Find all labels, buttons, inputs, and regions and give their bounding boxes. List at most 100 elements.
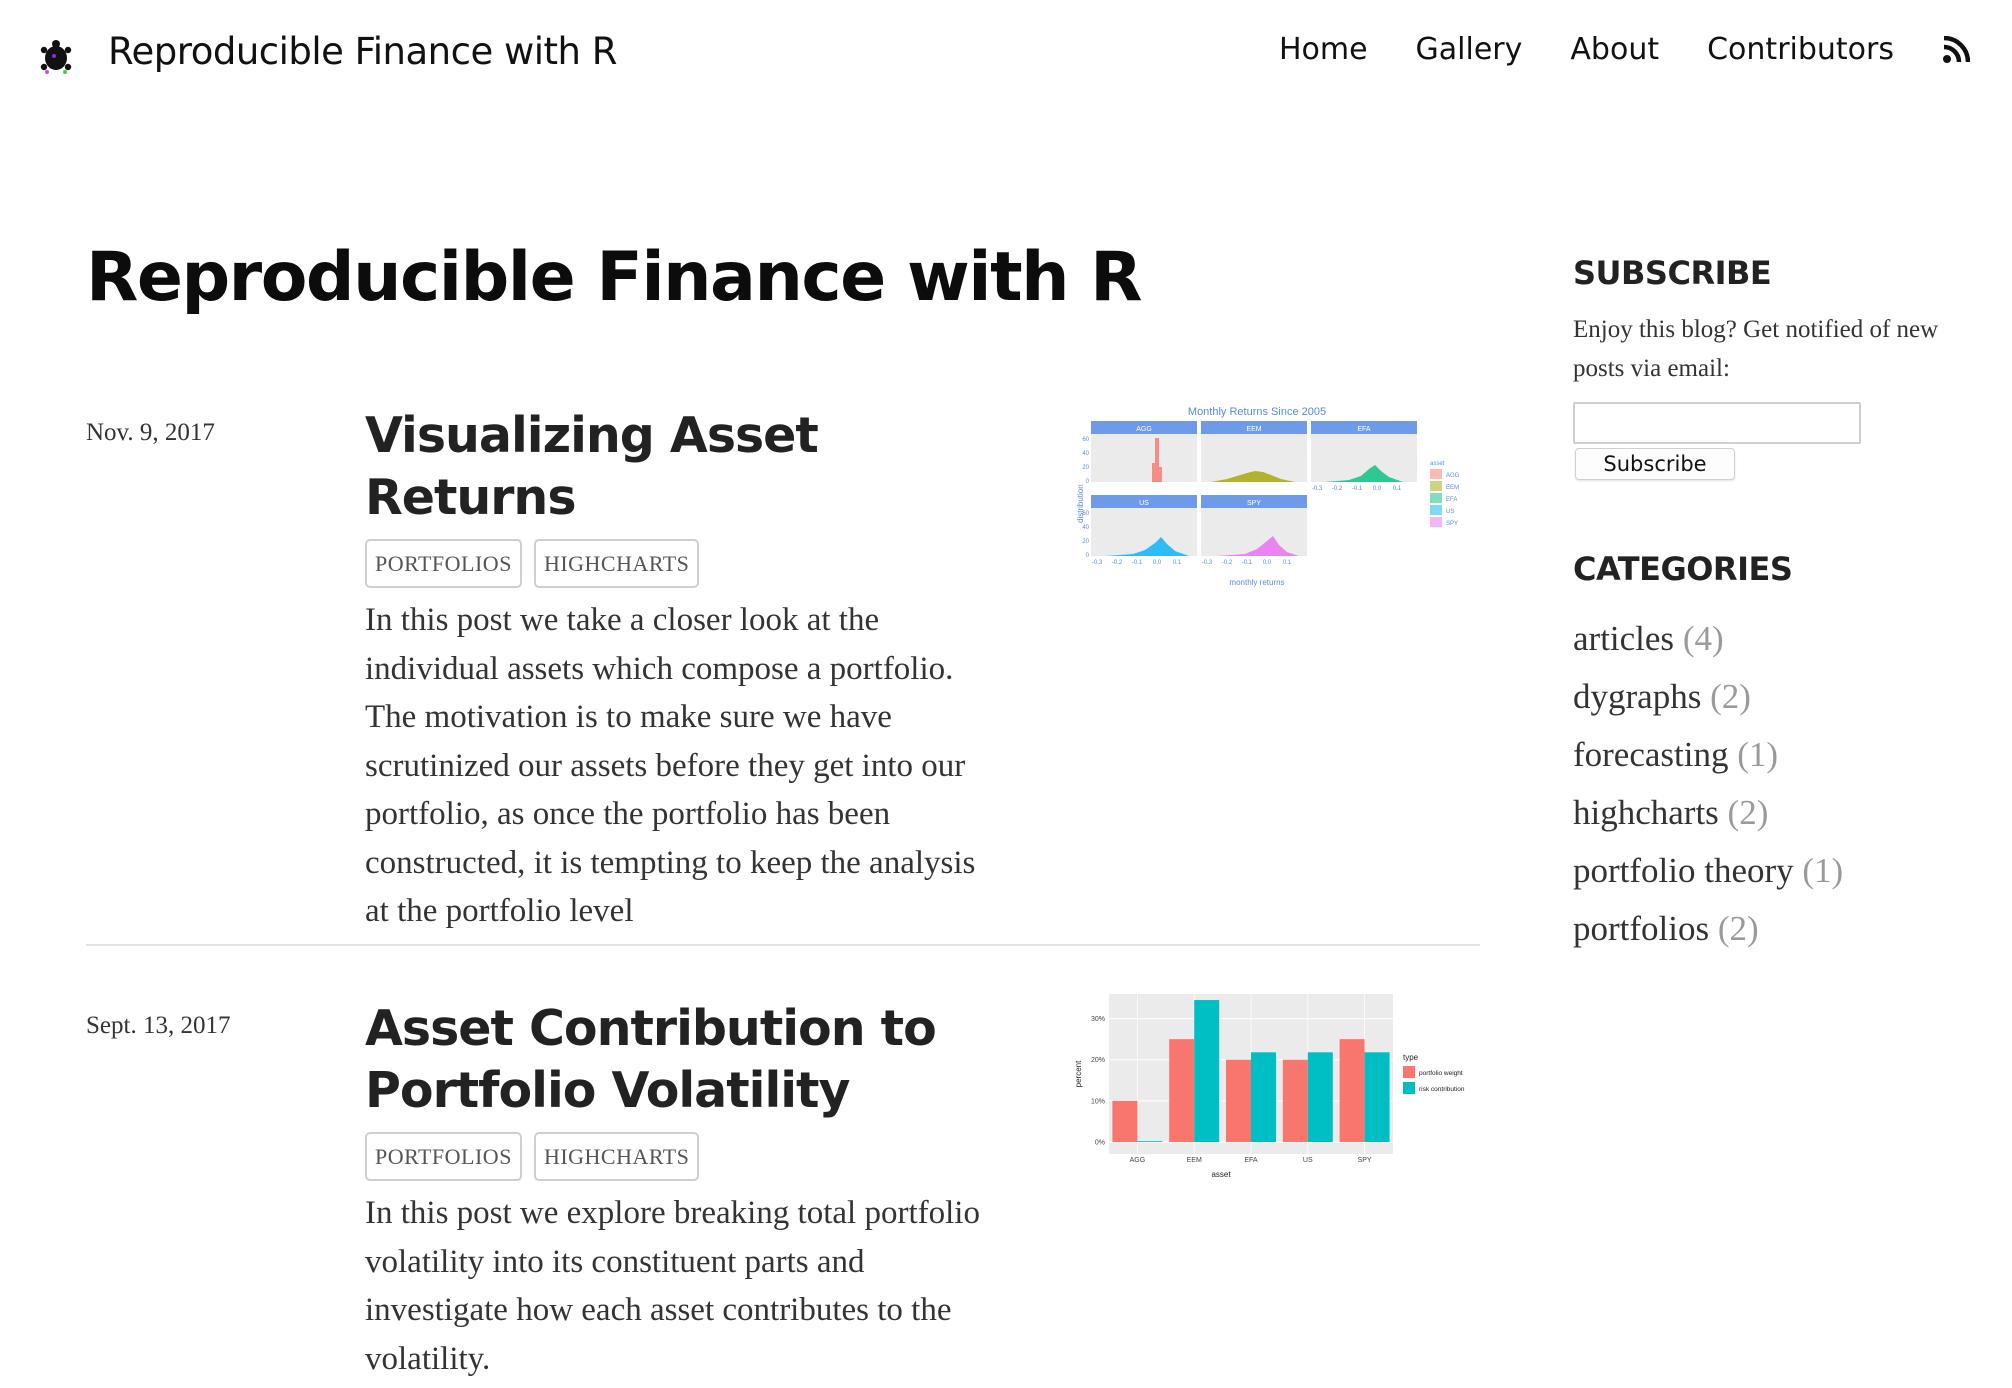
facet-eem: EEM [1201,421,1307,482]
category-count: (1) [1737,735,1779,774]
post-excerpt: In this post we explore breaking total p… [365,1195,980,1377]
post-date: Nov. 9, 2017 [86,419,215,446]
y-tick: 40 [1082,525,1089,531]
facet-label: EFA [1357,426,1371,433]
thumb-ylabel: distribution [1077,484,1085,523]
post-title-link[interactable]: Visualizing Asset Returns [365,405,985,529]
post-tags: PORTFOLIOS HIGHCHARTS [365,539,985,588]
category-item[interactable]: highcharts (2) [1573,784,1843,842]
bar-eem-risk-contribution [1194,1000,1220,1142]
category-item[interactable]: dygraphs (2) [1573,668,1843,726]
bar-efa-portfolio-weight [1226,1059,1251,1142]
nav-about[interactable]: About [1570,32,1659,67]
x-tick-label: US [1303,1157,1313,1164]
facet-label: AGG [1136,426,1152,433]
tag-portfolios[interactable]: PORTFOLIOS [365,539,522,588]
page-title: Reproducible Finance with R [86,238,1143,317]
legend-label: US [1446,509,1454,515]
legend-label: EFA [1446,497,1457,503]
rss-icon[interactable] [1942,35,1970,64]
nav-contributors[interactable]: Contributors [1707,32,1894,67]
nav-gallery[interactable]: Gallery [1416,32,1523,67]
subscribe-button[interactable]: Subscribe [1575,448,1735,480]
x-tick: -0.2 [1222,560,1233,566]
main-nav: Home Gallery About Contributors [1231,32,1970,67]
categories-list: articles (4) dygraphs (2) forecasting (1… [1573,610,1843,958]
x-tick-label: SPY [1358,1157,1372,1164]
post-thumbnail-histogram[interactable]: Monthly Returns Since 2005 AGG EEM EFA U… [1077,405,1479,605]
category-item[interactable]: portfolio theory (1) [1573,842,1843,900]
legend-label: EEM [1446,485,1459,491]
bar-spy-risk-contribution [1364,1052,1390,1142]
bar-xlabel: asset [1211,1170,1231,1179]
x-tick: 0.1 [1283,560,1292,566]
y-tick: 60 [1082,511,1089,517]
x-tick: -0.3 [1202,560,1213,566]
facet-label: US [1139,500,1149,507]
y-tick: 20 [1082,465,1089,471]
legend-label: AGG [1446,473,1460,479]
bar-spy-portfolio-weight [1339,1039,1365,1142]
legend-label: SPY [1446,521,1458,527]
post-date: Sept. 13, 2017 [86,1012,231,1039]
bar-us-risk-contribution [1307,1052,1333,1142]
y-tick-label: 0% [1095,1140,1105,1147]
category-name[interactable]: highcharts [1573,793,1719,832]
x-tick: -0.2 [1112,560,1123,566]
x-tick: 0.1 [1393,486,1402,492]
post-title-link[interactable]: Asset Contribution to Portfolio Volatili… [365,998,985,1122]
post-item: Nov. 9, 2017 Visualizing Asset Returns P… [86,405,1480,929]
post-thumbnail-bar-chart[interactable]: 0% 10% 20% 30% AGG EEM EFA US SPY percent asset… [1071,994,1483,1184]
bar-legend-title: type [1403,1053,1419,1062]
x-tick: 0.0 [1153,560,1162,566]
legend-label: portfolio weight [1419,1070,1463,1077]
post-body: Asset Contribution to Portfolio Volatili… [365,998,985,1383]
x-tick: 0.1 [1173,560,1182,566]
facet-agg: AGG [1091,421,1197,482]
category-name[interactable]: dygraphs [1573,677,1701,716]
legend-swatch [1403,1082,1415,1094]
bar-eem-portfolio-weight [1169,1039,1195,1142]
category-count: (4) [1682,619,1724,658]
bar-agg-risk-contribution [1137,1141,1163,1142]
facet-label: SPY [1247,500,1261,507]
tag-portfolios[interactable]: PORTFOLIOS [365,1132,522,1181]
post-tags: PORTFOLIOS HIGHCHARTS [365,1132,985,1181]
legend-label: risk contribution [1419,1086,1465,1093]
x-tick-label: EEM [1187,1157,1202,1164]
y-tick: 40 [1082,451,1089,457]
y-tick-label: 20% [1091,1057,1105,1064]
category-name[interactable]: portfolios [1573,909,1709,948]
y-tick: 0 [1086,479,1090,485]
turtle-logo-icon[interactable] [38,36,74,76]
bar-agg-portfolio-weight [1112,1100,1138,1142]
category-name[interactable]: articles [1573,619,1674,658]
x-tick: -0.3 [1312,486,1323,492]
email-input[interactable] [1573,402,1861,444]
x-tick: 0.0 [1373,486,1382,492]
facet-label: EEM [1246,426,1261,433]
category-name[interactable]: portfolio theory [1573,851,1794,890]
legend-swatch [1403,1066,1415,1078]
facet-us: US [1091,495,1197,556]
site-title-link[interactable]: Reproducible Finance with R [108,30,617,73]
post-body: Visualizing Asset Returns PORTFOLIOS HIG… [365,405,985,936]
facet-efa: EFA [1311,421,1417,482]
x-tick: -0.1 [1242,560,1253,566]
bar-us-portfolio-weight [1282,1059,1308,1142]
nav-home[interactable]: Home [1279,32,1368,67]
category-name[interactable]: forecasting [1573,735,1728,774]
post-item: Sept. 13, 2017 Asset Contribution to Por… [86,994,1480,1388]
x-tick-label: EFA [1244,1157,1258,1164]
x-tick: -0.2 [1332,486,1343,492]
category-count: (2) [1727,793,1769,832]
y-tick: 60 [1082,437,1089,443]
tag-highcharts[interactable]: HIGHCHARTS [533,539,700,588]
x-tick-label: AGG [1130,1157,1146,1164]
tag-highcharts[interactable]: HIGHCHARTS [533,1132,700,1181]
category-item[interactable]: articles (4) [1573,610,1843,668]
category-item[interactable]: portfolios (2) [1573,900,1843,958]
subscribe-text: Enjoy this blog? Get notified of new pos… [1573,316,1939,382]
post-divider [86,944,1480,946]
category-item[interactable]: forecasting (1) [1573,726,1843,784]
